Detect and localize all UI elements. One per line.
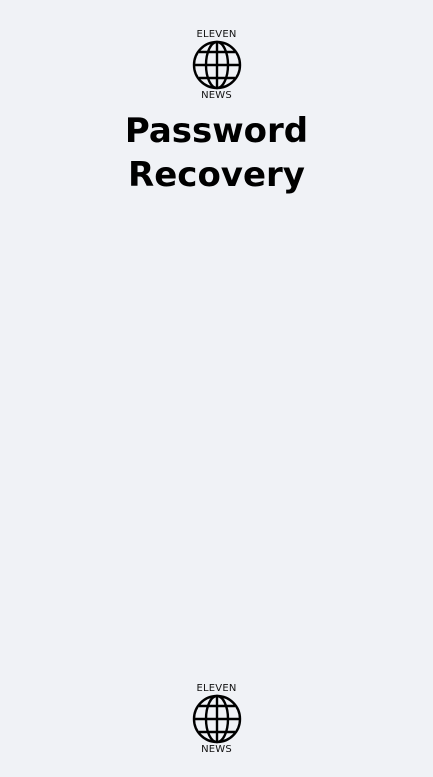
logo-bottom-text: NEWS: [201, 744, 232, 755]
header-logo: ELEVEN NEWS: [187, 29, 247, 101]
globe-icon: [192, 40, 241, 90]
footer-logo: ELEVEN NEWS: [187, 683, 247, 755]
page-title-line1: Password: [124, 111, 309, 151]
page-title-line2: Recovery: [128, 155, 305, 195]
globe-icon: [192, 694, 241, 744]
logo-bottom-text: NEWS: [201, 90, 232, 101]
page-title: Password Recovery: [0, 109, 433, 197]
